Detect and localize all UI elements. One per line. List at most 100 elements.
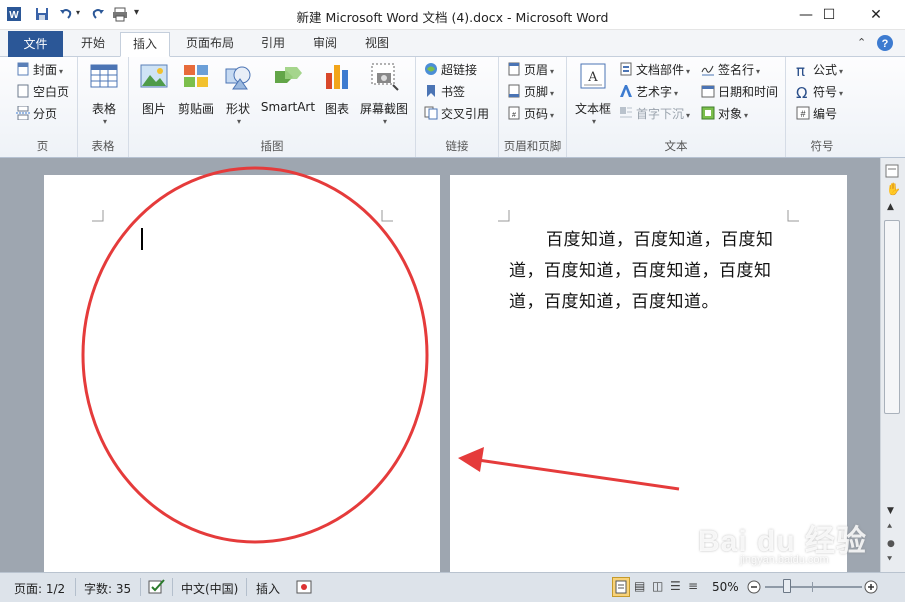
equation-label: 公式 [813, 63, 838, 77]
smartart-button[interactable]: SmartArt [259, 61, 317, 114]
textbox-icon: A [580, 63, 606, 89]
outline-view-icon[interactable]: ☰ [670, 579, 681, 593]
tab-review[interactable]: 审阅 [302, 32, 348, 57]
baidu-watermark: Bai du 经验 jingyan.baidu.com [690, 510, 890, 570]
signature-line-label: 签名行 [718, 63, 755, 77]
window-title: 新建 Microsoft Word 文档 (4).docx - Microsof… [296, 10, 609, 25]
numbering-button[interactable]: # 编号 [796, 104, 837, 124]
hyperlink-label: 超链接 [441, 63, 478, 77]
crop-mark [787, 210, 799, 222]
page-break-icon [16, 106, 30, 120]
cross-reference-button[interactable]: 交叉引用 [424, 104, 489, 124]
close-button[interactable]: ✕ [853, 0, 899, 30]
maximize-button[interactable]: ☐ [806, 0, 852, 30]
tab-references[interactable]: 引用 [250, 32, 296, 57]
screenshot-button[interactable]: 屏幕截图 ▾ [357, 61, 411, 126]
status-divider [246, 578, 247, 596]
scroll-up-icon[interactable]: ▲ [887, 202, 894, 212]
date-time-button[interactable]: 日期和时间 [701, 82, 778, 102]
page-number-icon: # [508, 106, 520, 120]
screenshot-dropdown-icon: ▾ [382, 117, 387, 126]
tab-file[interactable]: 文件 [8, 31, 63, 57]
page-break-label: 分页 [33, 107, 58, 121]
bookmark-button[interactable]: 书签 [424, 82, 465, 102]
web-layout-icon[interactable]: ◫ [652, 579, 663, 593]
cross-reference-label: 交叉引用 [441, 107, 490, 121]
textbox-button[interactable]: A 文本框 ▾ [571, 61, 615, 126]
quick-parts-label: 文档部件 [636, 63, 685, 77]
textbox-label: 文本框 [574, 102, 611, 116]
help-icon[interactable]: ? [876, 34, 894, 52]
hyperlink-icon [425, 63, 437, 75]
pages-group-label: 页 [36, 139, 49, 153]
numbering-icon: # [796, 106, 810, 120]
object-icon [701, 106, 715, 120]
header-footer-group-label: 页眉和页脚 [503, 139, 562, 153]
title-bar: W ▾ ▾ 新建 Microsoft Word 文档 (4).docx - Mi… [0, 0, 905, 30]
document-paragraph[interactable]: 百度知道，百度知道，百度知道，百度知道，百度知道，百度知道，百度知道，百度知道。 [509, 225, 791, 318]
wordart-label: 艺术字 [636, 85, 673, 99]
watermark-subtext: jingyan.baidu.com [740, 554, 829, 566]
tab-page-layout[interactable]: 页面布局 [176, 32, 244, 57]
footer-button[interactable]: 页脚 ▾ [507, 82, 554, 102]
zoom-slider-thumb[interactable] [783, 579, 791, 593]
tab-view[interactable]: 视图 [354, 32, 400, 57]
svg-text:A: A [587, 70, 598, 85]
insert-mode[interactable]: 插入 [256, 580, 280, 597]
status-bar: 页面: 1/2 字数: 35 中文(中国) 插入 ▤ ◫ ☰ ≡ 50% [0, 572, 905, 602]
page-break-button[interactable]: 分页 [16, 104, 57, 124]
table-button[interactable]: 表格 ▾ [84, 61, 124, 126]
print-layout-view-button[interactable] [612, 577, 630, 597]
symbol-label: 符号 [813, 85, 838, 99]
status-divider [75, 578, 76, 596]
object-button[interactable]: 对象 ▾ [701, 104, 748, 124]
language-indicator[interactable]: 中文(中国) [181, 580, 238, 597]
chart-button[interactable]: 图表 [319, 61, 355, 117]
ruler-toggle-icon[interactable] [885, 164, 899, 178]
text-group: A 文本框 ▾ 文档部件 ▾ 艺术字 ▾ 首字下沉 ▾ 签名行 ▾ 日期和时间 对象 ▾ … [567, 57, 786, 157]
page-1[interactable] [44, 175, 440, 572]
cover-page-button[interactable]: 封面 ▾ [16, 60, 63, 80]
macro-record-icon[interactable] [296, 579, 312, 595]
print-layout-icon [615, 580, 627, 594]
quick-parts-button[interactable]: 文档部件 ▾ [619, 60, 690, 80]
zoom-out-icon[interactable] [747, 580, 761, 594]
proofing-icon[interactable] [148, 579, 166, 595]
word-count[interactable]: 字数: 35 [84, 580, 131, 597]
zoom-in-icon[interactable] [864, 580, 878, 594]
draft-view-icon[interactable]: ≡ [688, 579, 698, 593]
signature-line-button[interactable]: 签名行 ▾ [701, 60, 760, 80]
clipart-button[interactable]: 剪贴画 [175, 61, 217, 117]
page-count[interactable]: 页面: 1/2 [14, 580, 65, 597]
wordart-button[interactable]: 艺术字 ▾ [619, 82, 678, 102]
drop-cap-icon [620, 107, 632, 118]
cover-page-label: 封面 [33, 63, 58, 77]
screenshot-label: 屏幕截图 [359, 102, 408, 116]
drop-cap-label: 首字下沉 [636, 107, 685, 121]
ribbon-tabs: 文件 开始 插入 页面布局 引用 审阅 视图 ⌃ ? [0, 30, 905, 57]
calendar-icon [701, 85, 715, 98]
picture-label: 图片 [141, 102, 166, 116]
zoom-level[interactable]: 50% [712, 580, 739, 594]
header-button[interactable]: 页眉 ▾ [507, 60, 554, 80]
hand-icon[interactable]: ✋ [886, 182, 901, 196]
equation-button[interactable]: π 公式 ▾ [796, 60, 843, 80]
drop-cap-button[interactable]: 首字下沉 ▾ [619, 104, 690, 124]
tab-insert[interactable]: 插入 [120, 32, 170, 57]
full-screen-reading-icon[interactable]: ▤ [634, 579, 645, 593]
date-time-label: 日期和时间 [718, 85, 779, 99]
blank-page-button[interactable]: 空白页 [16, 82, 69, 102]
zoom-slider-track[interactable] [765, 586, 862, 588]
picture-button[interactable]: 图片 [135, 61, 173, 117]
page-number-button[interactable]: # 页码 ▾ [507, 104, 554, 124]
status-divider [140, 578, 141, 596]
shapes-button[interactable]: 形状 ▾ [219, 61, 257, 126]
collapse-ribbon-icon[interactable]: ⌃ [857, 36, 866, 49]
tab-home[interactable]: 开始 [70, 32, 116, 57]
cross-reference-icon [424, 106, 438, 120]
hyperlink-button[interactable]: 超链接 [424, 60, 477, 80]
links-group-label: 链接 [445, 139, 469, 153]
clipart-icon [184, 65, 208, 87]
symbol-button[interactable]: Ω 符号 ▾ [796, 82, 843, 102]
scroll-thumb[interactable] [884, 220, 900, 414]
